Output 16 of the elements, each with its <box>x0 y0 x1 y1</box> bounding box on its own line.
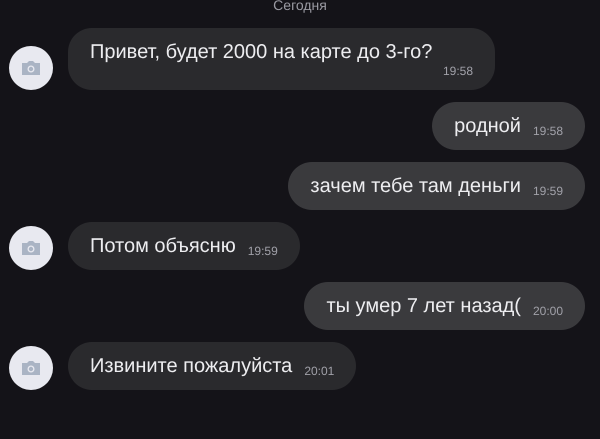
message-time: 19:59 <box>532 183 563 200</box>
camera-icon <box>21 360 41 376</box>
camera-icon <box>21 240 41 256</box>
message-time: 19:58 <box>532 123 563 140</box>
camera-icon <box>21 60 41 76</box>
message-text: родной <box>454 114 521 139</box>
message-text: Потом объясню <box>90 234 236 259</box>
message-text: Привет, будет 2000 на карте до 3-го? <box>90 41 432 63</box>
message-time: 20:01 <box>304 363 334 380</box>
message-text: ты умер 7 лет назад( <box>326 294 521 319</box>
message-text: зачем тебе там деньги <box>310 174 521 199</box>
message-time: 19:58 <box>442 63 473 80</box>
date-label: Сегодня <box>273 0 327 14</box>
message-text: Извините пожалуйста <box>90 354 292 379</box>
message-time: 19:59 <box>248 243 278 260</box>
message-time: 20:00 <box>532 303 563 320</box>
